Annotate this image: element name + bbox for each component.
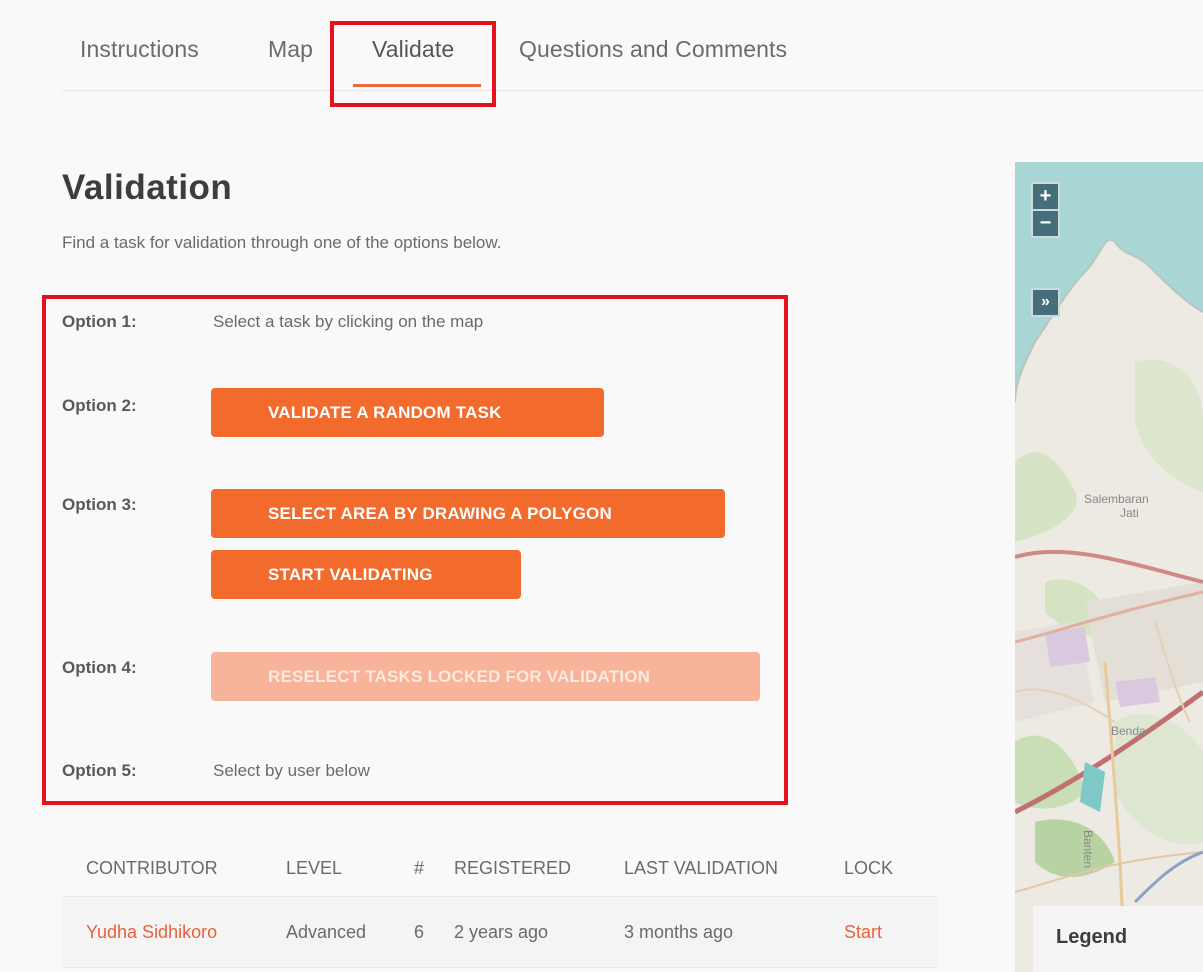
header-registered[interactable]: REGISTERED <box>454 840 624 897</box>
page-title: Validation <box>62 168 233 207</box>
lock-start-link[interactable]: Start <box>844 922 882 942</box>
active-tab-underline <box>353 84 481 87</box>
map-label-jati: Jati <box>1120 506 1139 520</box>
zoom-out-button[interactable]: − <box>1031 209 1060 238</box>
option-1-text: Select a task by clicking on the map <box>213 312 484 331</box>
contributor-count: 6 <box>414 896 454 968</box>
reselect-locked-tasks-button[interactable]: RESELECT TASKS LOCKED FOR VALIDATION <box>211 652 760 701</box>
header-contributor[interactable]: CONTRIBUTOR <box>62 840 286 897</box>
header-last-validation[interactable]: LAST VALIDATION <box>624 840 844 897</box>
header-lock[interactable]: LOCK <box>844 840 938 897</box>
select-area-polygon-button[interactable]: SELECT AREA BY DRAWING A POLYGON <box>211 489 725 538</box>
contributors-table: CONTRIBUTOR LEVEL # REGISTERED LAST VALI… <box>62 840 938 968</box>
tab-map[interactable]: Map <box>268 36 313 63</box>
option-5-label: Option 5: <box>62 761 137 780</box>
tab-validate[interactable]: Validate <box>372 36 454 63</box>
table-header-row: CONTRIBUTOR LEVEL # REGISTERED LAST VALI… <box>62 840 938 897</box>
tab-instructions[interactable]: Instructions <box>80 36 199 63</box>
option-1-label: Option 1: <box>62 312 137 331</box>
validate-random-task-button[interactable]: VALIDATE A RANDOM TASK <box>211 388 604 437</box>
contributor-registered: 2 years ago <box>454 896 624 968</box>
option-2-label: Option 2: <box>62 396 137 415</box>
option-5-text: Select by user below <box>213 761 370 780</box>
header-count[interactable]: # <box>414 840 454 897</box>
task-map[interactable]: + − » Salembaran Jati Benda Banten Legen… <box>1015 162 1203 972</box>
header-level[interactable]: LEVEL <box>286 840 414 897</box>
contributor-level: Advanced <box>286 896 414 968</box>
map-label-salembaran: Salembaran <box>1084 492 1149 506</box>
page: Instructions Map Validate Questions and … <box>0 0 1203 972</box>
page-subtitle: Find a task for validation through one o… <box>62 233 502 252</box>
map-label-benda: Benda <box>1111 724 1146 738</box>
zoom-in-button[interactable]: + <box>1031 182 1060 211</box>
option-4-label: Option 4: <box>62 658 137 677</box>
tab-questions-and-comments[interactable]: Questions and Comments <box>519 36 787 63</box>
map-tiles <box>1015 162 1203 972</box>
option-3-label: Option 3: <box>62 495 137 514</box>
contributor-last-validation: 3 months ago <box>624 896 844 968</box>
legend-title: Legend <box>1056 926 1128 948</box>
map-label-banten: Banten <box>1081 830 1095 869</box>
contributor-link[interactable]: Yudha Sidhikoro <box>86 922 217 942</box>
table-row: Yudha Sidhikoro Advanced 6 2 years ago 3… <box>62 896 938 968</box>
start-validating-button[interactable]: START VALIDATING <box>211 550 521 599</box>
expand-panel-button[interactable]: » <box>1031 288 1060 317</box>
map-legend[interactable]: Legend <box>1033 906 1203 972</box>
